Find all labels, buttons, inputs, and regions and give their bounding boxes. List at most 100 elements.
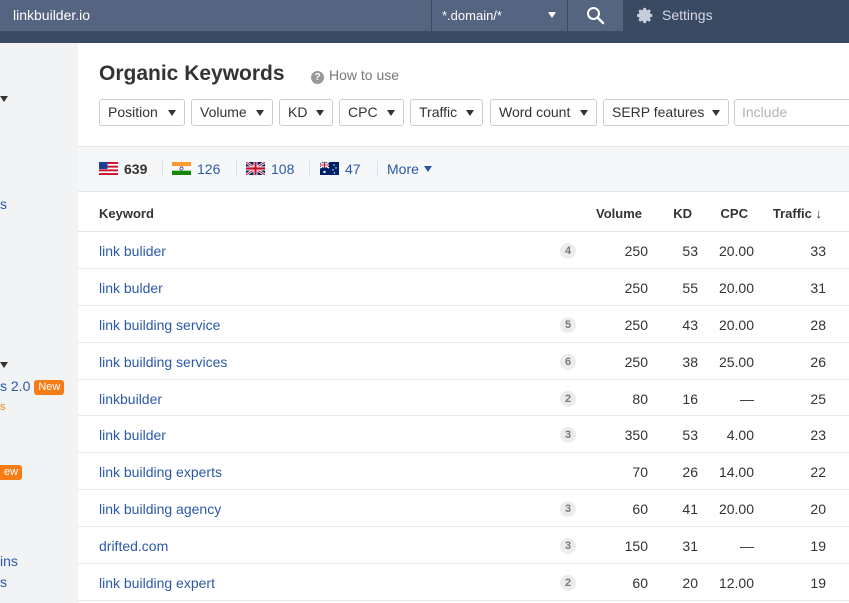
- keyword-link[interactable]: link building experts: [99, 464, 222, 480]
- keyword-link[interactable]: link building agency: [99, 501, 221, 517]
- keyword-link[interactable]: link bulder: [99, 280, 163, 296]
- kd-value: 31: [682, 538, 698, 555]
- chevron-down-icon: [466, 110, 474, 116]
- keyword-link[interactable]: link building service: [99, 317, 220, 333]
- filter-label: Volume: [200, 104, 247, 120]
- search-icon: [587, 7, 605, 25]
- cpc-value: 4.00: [726, 427, 754, 444]
- country-in[interactable]: 126: [172, 161, 227, 177]
- question-icon: ?: [311, 71, 324, 84]
- keyword-link[interactable]: link building expert: [99, 575, 215, 591]
- new-badge: ew: [0, 465, 23, 480]
- sidebar-link[interactable]: s: [0, 574, 7, 590]
- filter-traffic[interactable]: Traffic: [410, 99, 483, 126]
- chevron-down-icon: [168, 110, 176, 116]
- col-cpc[interactable]: CPC: [708, 206, 748, 221]
- filter-word-count[interactable]: Word count: [490, 99, 597, 126]
- sidebar-link[interactable]: s 2.0 New: [0, 378, 65, 395]
- kd-value: 53: [682, 427, 698, 444]
- keywords-table: Keyword Volume KD CPC Traffic ↓ link bul…: [78, 192, 849, 601]
- gb-flag-icon: [246, 162, 265, 175]
- traffic-value[interactable]: 31: [778, 280, 826, 296]
- volume-value: 250: [624, 243, 648, 259]
- cpc-value: 12.00: [718, 575, 754, 592]
- cpc-value: 20.00: [718, 316, 754, 333]
- cpc-value: —: [740, 538, 754, 555]
- country-au[interactable]: 47: [320, 161, 370, 177]
- mode-select[interactable]: *.domain/*: [432, 0, 567, 31]
- sidebar-link[interactable]: ins: [0, 553, 18, 569]
- col-volume[interactable]: Volume: [588, 206, 642, 221]
- filter-label: KD: [288, 104, 308, 120]
- divider: [309, 161, 310, 177]
- table-row: link builder 350 53 4.00 23 3: [78, 416, 849, 454]
- kd-value: 38: [682, 353, 698, 370]
- keyword-link[interactable]: linkbuilder: [99, 391, 162, 407]
- include-input[interactable]: Include: [734, 99, 849, 126]
- new-badge: New: [34, 380, 65, 395]
- country-us[interactable]: 639: [99, 161, 154, 177]
- volume-value: 350: [624, 427, 648, 444]
- table-row: link building expert 60 20 12.00 19 2: [78, 564, 849, 601]
- col-kd[interactable]: KD: [668, 206, 692, 221]
- filter-cpc[interactable]: CPC: [339, 99, 404, 126]
- country-count: 639: [124, 161, 148, 177]
- how-to-use-link[interactable]: ? How to use: [311, 67, 399, 84]
- traffic-value[interactable]: 25: [778, 391, 826, 407]
- traffic-value[interactable]: 19: [778, 538, 826, 554]
- position-badge: 3: [560, 538, 576, 555]
- divider: [162, 161, 163, 177]
- volume-value: 70: [632, 464, 648, 481]
- more-countries-button[interactable]: More: [387, 161, 432, 177]
- chevron-down-icon[interactable]: [0, 96, 8, 102]
- filter-position[interactable]: Position: [99, 99, 185, 126]
- chevron-down-icon: [548, 12, 556, 18]
- table-header: Keyword Volume KD CPC Traffic ↓: [78, 192, 849, 232]
- table-row: linkbuilder 80 16 — 25 2: [78, 380, 849, 417]
- domain-input[interactable]: linkbuilder.io: [0, 0, 431, 31]
- divider: [377, 161, 378, 177]
- in-flag-icon: [172, 162, 191, 175]
- traffic-value[interactable]: 33: [778, 243, 826, 259]
- country-gb[interactable]: 108: [246, 161, 301, 177]
- volume-value: 250: [624, 279, 648, 296]
- main-content: Organic Keywords ? How to use Position Vo…: [78, 43, 849, 603]
- cpc-value: 14.00: [718, 464, 754, 481]
- traffic-value[interactable]: 23: [778, 427, 826, 443]
- filter-volume[interactable]: Volume: [191, 99, 273, 126]
- chevron-down-icon: [712, 110, 720, 116]
- sidebar: s s 2.0 New s ew ins s: [0, 43, 78, 603]
- sidebar-sublink[interactable]: s: [0, 401, 6, 413]
- volume-value: 150: [624, 538, 648, 555]
- traffic-value[interactable]: 19: [778, 575, 826, 591]
- table-row: link building services 250 38 25.00 26 6: [78, 343, 849, 380]
- how-to-use-label: How to use: [329, 67, 400, 83]
- search-button[interactable]: [568, 0, 623, 31]
- filter-serp-features[interactable]: SERP features: [603, 99, 729, 126]
- traffic-value[interactable]: 22: [778, 464, 826, 480]
- country-bar: 639 126 108 47 More: [78, 147, 849, 191]
- keyword-link[interactable]: link builder: [99, 427, 166, 443]
- position-badge: 2: [560, 575, 576, 592]
- traffic-value[interactable]: 26: [778, 354, 826, 370]
- col-keyword[interactable]: Keyword: [99, 206, 154, 221]
- position-badge: 5: [560, 316, 576, 333]
- traffic-value[interactable]: 28: [778, 317, 826, 333]
- filter-label: Traffic: [419, 104, 458, 120]
- gear-icon: [637, 7, 653, 24]
- cpc-value: 25.00: [718, 353, 754, 370]
- volume-value: 80: [632, 390, 648, 407]
- position-badge: 6: [560, 353, 576, 370]
- keyword-link[interactable]: link building services: [99, 354, 227, 370]
- traffic-value[interactable]: 20: [778, 501, 826, 517]
- sidebar-link[interactable]: s: [0, 196, 7, 212]
- chevron-down-icon[interactable]: [0, 362, 8, 368]
- filter-kd[interactable]: KD: [279, 99, 333, 126]
- cpc-value: —: [740, 390, 754, 407]
- chevron-down-icon: [316, 110, 324, 116]
- keyword-link[interactable]: link bulider: [99, 243, 166, 259]
- keyword-link[interactable]: drifted.com: [99, 538, 168, 554]
- settings-button[interactable]: Settings: [637, 0, 713, 31]
- col-traffic[interactable]: Traffic ↓: [768, 206, 822, 221]
- filter-label: CPC: [348, 104, 378, 120]
